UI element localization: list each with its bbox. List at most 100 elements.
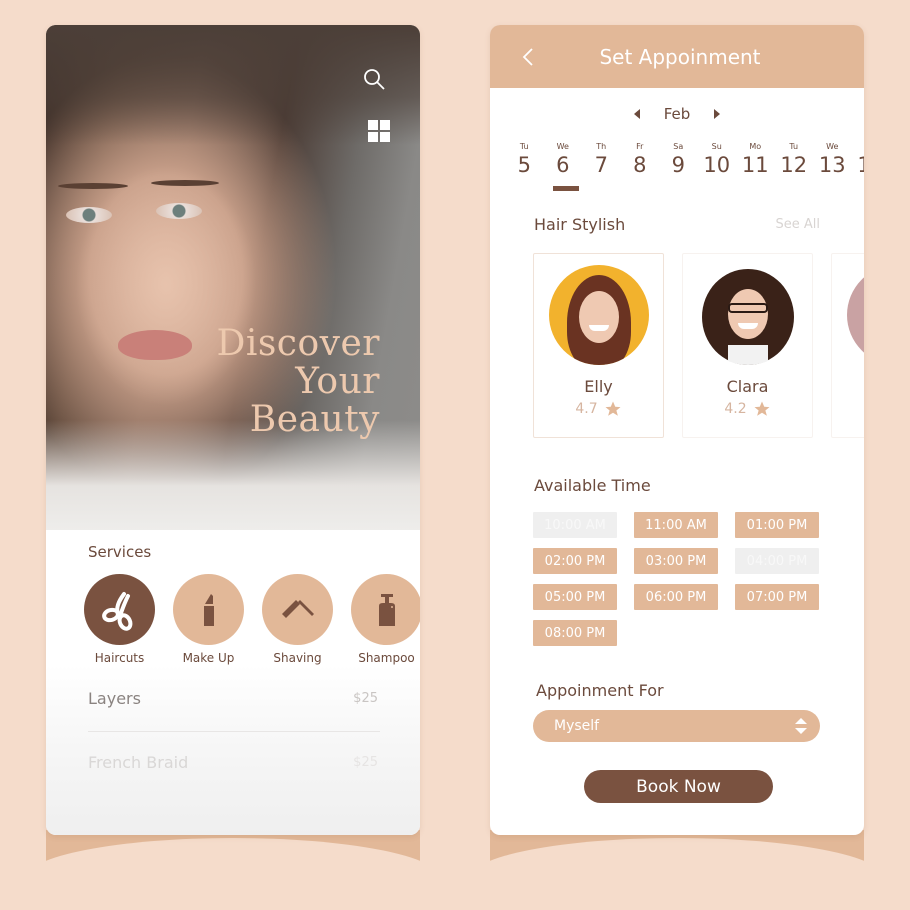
service-option-name: Layers <box>88 689 141 708</box>
lipstick-icon <box>203 593 214 626</box>
hero-title-line: Your <box>295 361 380 402</box>
prev-month-icon[interactable] <box>633 109 640 119</box>
month-label: Feb <box>663 105 691 123</box>
time-slot[interactable]: 06:00 PM <box>634 584 718 610</box>
day-of-week: Th <box>852 142 865 151</box>
see-all-link[interactable]: See All <box>776 217 821 232</box>
service-option-item[interactable]: Layers $25 <box>88 689 378 708</box>
service-make-up[interactable]: Make Up <box>173 574 244 665</box>
day-number: 11 <box>741 153 769 177</box>
stylist-rating: 4.7 <box>534 400 663 418</box>
hero-face-lips <box>118 330 192 360</box>
razor-icon <box>281 599 314 618</box>
service-icon-circle <box>351 574 420 645</box>
day-of-week: We <box>556 142 569 151</box>
service-icon-circle <box>262 574 333 645</box>
stylist-card-clara[interactable]: Clara 4.2 <box>682 253 813 438</box>
avatar-face <box>578 291 619 343</box>
date-item[interactable]: Fr 8 <box>621 142 660 177</box>
time-slot[interactable]: 01:00 PM <box>735 512 819 538</box>
day-of-week: Su <box>711 142 722 151</box>
avatar <box>548 265 649 365</box>
time-slot[interactable]: 07:00 PM <box>735 584 819 610</box>
date-item[interactable]: We 13 <box>813 142 852 177</box>
time-slot[interactable]: 05:00 PM <box>533 584 617 610</box>
date-item[interactable]: Tu 5 <box>505 142 544 177</box>
star-icon <box>754 401 770 416</box>
day-number: 9 <box>671 153 685 177</box>
date-item[interactable]: Th 7 <box>582 142 621 177</box>
service-label: Haircuts <box>94 651 145 665</box>
avatar <box>697 265 798 365</box>
hair-stylish-heading: Hair Stylish <box>534 215 626 234</box>
date-item[interactable]: Su 10 <box>698 142 737 177</box>
appointment-for-select[interactable]: Myself <box>533 710 820 742</box>
day-of-week: Tu <box>519 142 529 151</box>
stylist-card-elly[interactable]: Elly 4.7 <box>533 253 664 438</box>
date-item[interactable]: Mo 11 <box>736 142 775 177</box>
time-slot-disabled: 10:00 AM <box>533 512 617 538</box>
day-number: 14 <box>852 153 864 177</box>
available-time-heading: Available Time <box>534 476 651 495</box>
stylist-carousel: Elly 4.7 Clara 4.2 <box>533 253 864 438</box>
date-item-selected[interactable]: We 6 <box>544 142 583 191</box>
time-slot[interactable]: 11:00 AM <box>634 512 718 538</box>
stylist-name: Clara <box>726 377 769 396</box>
day-number: 12 <box>780 153 808 177</box>
stylist-name: Elly <box>584 377 613 396</box>
stylist-card-partial[interactable] <box>831 253 864 438</box>
time-slot[interactable]: 08:00 PM <box>533 620 617 646</box>
star-icon <box>605 401 621 416</box>
time-slot-disabled: 04:00 PM <box>735 548 819 574</box>
date-item[interactable]: Th 14 <box>852 142 865 177</box>
scissors-icon <box>101 591 132 631</box>
day-number: 5 <box>517 153 531 177</box>
day-of-week: Th <box>596 142 607 151</box>
next-month-icon[interactable] <box>714 109 721 119</box>
rating-value: 4.2 <box>724 401 747 417</box>
date-item[interactable]: Sa 9 <box>659 142 698 177</box>
service-shaving[interactable]: Shaving <box>262 574 333 665</box>
day-of-week: Mo <box>749 142 762 151</box>
service-icon-circle <box>84 574 155 645</box>
select-value: Myself <box>554 718 600 734</box>
service-option-item[interactable]: French Braid $25 <box>88 753 378 772</box>
day-of-week: Tu <box>789 142 799 151</box>
hero-face-eye <box>66 207 112 223</box>
hero-image <box>46 25 420 530</box>
hero-face-brow <box>58 183 128 189</box>
left-phone-base-decoration <box>26 830 440 910</box>
time-slot[interactable]: 03:00 PM <box>634 548 718 574</box>
day-of-week: We <box>826 142 839 151</box>
hero-face-eye <box>156 203 202 219</box>
day-number: 7 <box>594 153 608 177</box>
appointment-screen: Set Appoinment Feb Tu 5 We 6 Th 7 Fr 8 Sa 9 S… <box>490 25 864 835</box>
search-icon[interactable] <box>362 67 386 91</box>
service-shampoo[interactable]: Shampoo <box>351 574 420 665</box>
date-item[interactable]: Tu 12 <box>775 142 814 177</box>
time-slot-grid: 10:00 AM 11:00 AM 01:00 PM 02:00 PM 03:0… <box>533 512 819 646</box>
service-option-name: French Braid <box>88 753 189 772</box>
hero-title: Discover Your Beauty <box>216 325 380 439</box>
shampoo-bottle-icon <box>378 593 395 626</box>
page-title: Set Appoinment <box>599 45 761 69</box>
avatar-smile <box>588 325 609 331</box>
book-now-button[interactable]: Book Now <box>584 770 773 803</box>
service-options-list: Layers $25 French Braid $25 <box>46 665 420 835</box>
avatar-smile <box>737 323 758 329</box>
service-label: Shampoo <box>358 651 415 665</box>
service-option-price: $25 <box>353 755 378 770</box>
service-label: Make Up <box>182 651 235 665</box>
hero-title-line: Beauty <box>249 399 380 440</box>
service-haircuts[interactable]: Haircuts <box>84 574 155 665</box>
select-arrows-icon <box>795 718 807 734</box>
day-number: 6 <box>556 153 570 177</box>
hero-face-brow <box>151 180 219 186</box>
service-label: Shaving <box>273 651 322 665</box>
home-screen: Discover Your Beauty Services Haircuts M… <box>46 25 420 835</box>
service-icon-circle <box>173 574 244 645</box>
avatar-glasses <box>727 303 768 313</box>
grid-menu-icon[interactable] <box>368 120 390 142</box>
service-option-price: $25 <box>353 691 378 706</box>
time-slot[interactable]: 02:00 PM <box>533 548 617 574</box>
